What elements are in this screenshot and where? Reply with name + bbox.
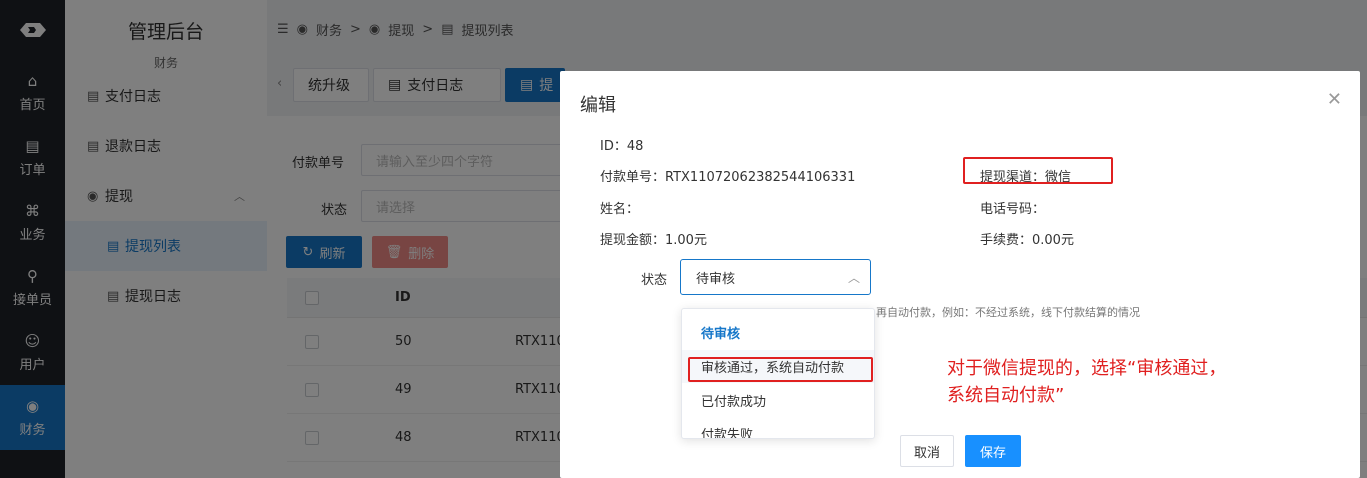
fee-text: 手续费：0.00元 <box>980 233 1074 248</box>
annotation-text: 对于微信提现的，选择“审核通过， 系统自动付款” <box>947 358 1227 406</box>
highlight-option <box>688 357 873 382</box>
status-hint: 再自动付款，例如：不经过系统，线下付款结算的情况 <box>876 306 1140 319</box>
amount-text: 提现金额：1.00元 <box>600 233 707 248</box>
pay-no-text: 付款单号：RTX1107206238254410633​1 <box>600 170 856 185</box>
edit-dialog: 编辑 ✕ ID：48 付款单号：RTX1107206238254410633​1… <box>560 71 1360 478</box>
status-select[interactable]: 待审核 ︿ <box>680 259 871 295</box>
option-pay-failed[interactable]: 付款失败 <box>682 417 874 438</box>
option-pending[interactable]: 待审核 <box>682 316 874 349</box>
option-paid-success[interactable]: 已付款成功 <box>682 384 874 417</box>
close-icon[interactable]: ✕ <box>1327 89 1342 110</box>
id-text: ID：48 <box>600 139 644 154</box>
status-label: 状态 <box>641 273 668 288</box>
save-button[interactable]: 保存 <box>965 435 1021 467</box>
dialog-title: 编辑 <box>580 95 616 116</box>
name-text: 姓名： <box>600 202 640 217</box>
phone-text: 电话号码： <box>980 202 1046 217</box>
highlight-channel <box>963 157 1113 184</box>
cancel-button[interactable]: 取消 <box>900 435 954 467</box>
chevron-up-icon: ︿ <box>847 271 860 285</box>
